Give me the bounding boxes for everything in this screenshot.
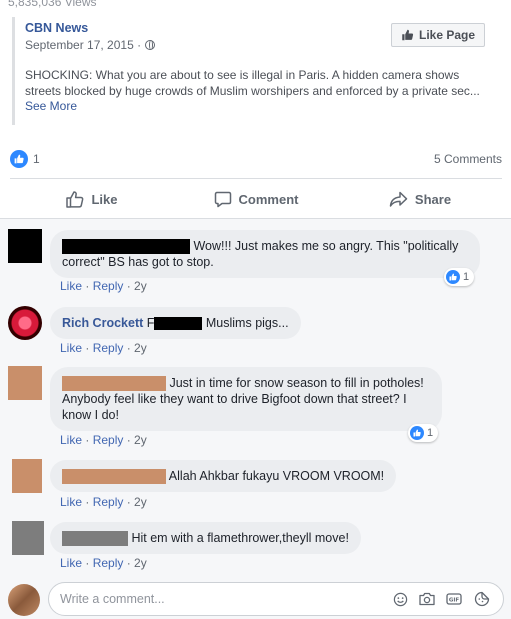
comment-like-link[interactable]: Like [60, 341, 82, 355]
comment-icon [214, 191, 231, 207]
avatar[interactable] [12, 459, 42, 493]
comments-count-link[interactable]: 5 Comments [434, 152, 502, 166]
comment-time[interactable]: 2y [134, 495, 147, 509]
comment-bubble: Hit em with a flamethrower,theyll move! [50, 522, 361, 554]
sticker-icon[interactable] [474, 591, 490, 607]
comment-bubble: Wow!!! Just makes me so angry. This "pol… [50, 230, 480, 279]
comment-reaction-count: 1 [463, 271, 470, 283]
comment-meta: Like · Reply · 2y [60, 433, 147, 447]
like-page-label: Like Page [418, 28, 476, 42]
share-label: Share [414, 191, 452, 207]
comment-meta: Like · Reply · 2y [60, 556, 147, 570]
avatar[interactable] [12, 521, 44, 555]
comment-text: Muslims pigs... [205, 316, 289, 330]
like-reaction-icon [446, 270, 460, 284]
divider [10, 178, 502, 179]
comment-reply-link[interactable]: Reply [93, 279, 124, 293]
see-more-link[interactable]: See More [25, 99, 77, 113]
comment-bubble: Rich Crockett F Muslims pigs... [50, 307, 301, 339]
comment-like-link[interactable]: Like [60, 279, 82, 293]
avatar[interactable] [8, 229, 42, 263]
comment-time[interactable]: 2y [134, 341, 147, 355]
comment-text: Just in time for snow season to fill in … [169, 376, 424, 390]
post-date-text: September 17, 2015 · [25, 38, 142, 52]
share-button[interactable]: Share [338, 180, 502, 218]
post-date[interactable]: September 17, 2015 · [25, 38, 156, 52]
comment-reply-link[interactable]: Reply [93, 495, 124, 509]
comment-time[interactable]: 2y [134, 556, 147, 570]
comment-meta: Like · Reply · 2y [60, 495, 147, 509]
like-page-button[interactable]: Like Page [391, 23, 485, 47]
redacted-name [62, 376, 166, 392]
source-page-name[interactable]: CBN News [25, 21, 88, 35]
view-count: 5,835,036 Views [8, 0, 97, 9]
comment-text-continued: Anybody feel like they want to drive Big… [62, 392, 407, 423]
avatar[interactable] [8, 366, 42, 400]
comment-input-placeholder: Write a comment... [60, 592, 165, 606]
comment-button[interactable]: Comment [174, 180, 338, 218]
comment-meta: Like · Reply · 2y [60, 279, 147, 293]
comment-reaction-badge[interactable]: 1 [444, 268, 475, 286]
like-reaction-icon [410, 426, 424, 440]
comment-reaction-badge[interactable]: 1 [408, 424, 439, 442]
emoji-icon[interactable] [392, 591, 408, 607]
comment-input[interactable]: Write a comment... GIF [48, 582, 504, 616]
comment-text: Hit em with a flamethrower,theyll move! [131, 531, 349, 545]
commenter-name[interactable]: Rich Crockett [62, 316, 143, 330]
post-description: SHOCKING: What you are about to see is i… [25, 68, 480, 98]
shared-link-card[interactable]: CBN News September 17, 2015 · Like Page … [12, 17, 504, 125]
reaction-summary[interactable]: 1 [10, 150, 40, 168]
post-action-bar: Like Comment Share [10, 180, 502, 218]
comment-time[interactable]: 2y [134, 433, 147, 447]
share-icon [389, 191, 408, 207]
comment-reaction-count: 1 [427, 427, 434, 439]
thumbs-up-icon [402, 29, 414, 41]
comment-like-link[interactable]: Like [60, 433, 82, 447]
redacted-name [62, 531, 128, 547]
avatar[interactable] [8, 306, 42, 340]
comment-text: Allah Ahkbar fukayu VROOM VROOM! [168, 469, 385, 483]
comment-label: Comment [238, 191, 299, 207]
comment-bubble: Just in time for snow season to fill in … [50, 367, 442, 432]
redacted-word [154, 317, 203, 331]
comment-time[interactable]: 2y [134, 279, 147, 293]
comment-meta: Like · Reply · 2y [60, 341, 147, 355]
comment-like-link[interactable]: Like [60, 556, 82, 570]
camera-icon[interactable] [419, 591, 435, 607]
redacted-name [62, 469, 166, 485]
like-label: Like [91, 191, 118, 207]
comment-reply-link[interactable]: Reply [93, 556, 124, 570]
comment-text-start: F [146, 316, 155, 330]
svg-text:GIF: GIF [449, 598, 460, 604]
globe-icon [145, 40, 156, 50]
thumbs-up-icon [66, 190, 84, 208]
avatar[interactable] [8, 584, 40, 616]
redacted-name [62, 239, 190, 255]
like-button[interactable]: Like [10, 180, 174, 218]
comment-composer: Write a comment... GIF [0, 578, 511, 619]
gif-icon[interactable]: GIF [446, 591, 462, 607]
like-reaction-icon [10, 150, 28, 168]
comment-bubble: Allah Ahkbar fukayu VROOM VROOM! [50, 460, 397, 492]
reaction-count: 1 [33, 152, 40, 166]
comment-like-link[interactable]: Like [60, 495, 82, 509]
comment-reply-link[interactable]: Reply [93, 433, 124, 447]
comment-reply-link[interactable]: Reply [93, 341, 124, 355]
